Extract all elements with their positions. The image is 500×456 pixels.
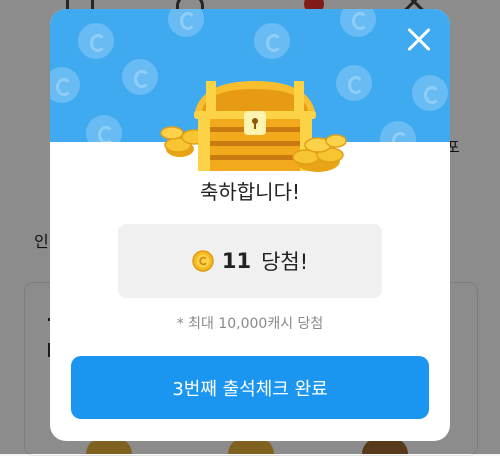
decorative-coin-pattern [340,9,376,37]
coin-icon [192,250,214,272]
decorative-coin-pattern [122,59,158,95]
decorative-coin-pattern [78,23,114,59]
max-reward-note: * 최대 10,000캐시 당첨 [176,316,324,332]
treasure-chest-icon [160,81,347,172]
attendance-complete-button[interactable]: 3번째 출석체크 완료 [71,356,429,419]
decorative-coin-pattern [254,23,290,59]
reward-modal: 축하합니다! 11 당첨! * 최대 10,000캐시 당첨 3번째 출석체크 … [50,9,450,441]
prize-amount: 11 [221,249,252,273]
decorative-coin-pattern [86,115,122,142]
prize-box: 11 당첨! [118,224,382,298]
decorative-coin-pattern [168,9,204,37]
decorative-coin-pattern [380,121,416,142]
prize-suffix: 당첨! [261,250,309,274]
decorative-coin-pattern [412,75,448,111]
close-button[interactable] [406,27,432,53]
decorative-coin-pattern [50,67,80,103]
modal-title: 축하합니다! [199,180,301,204]
